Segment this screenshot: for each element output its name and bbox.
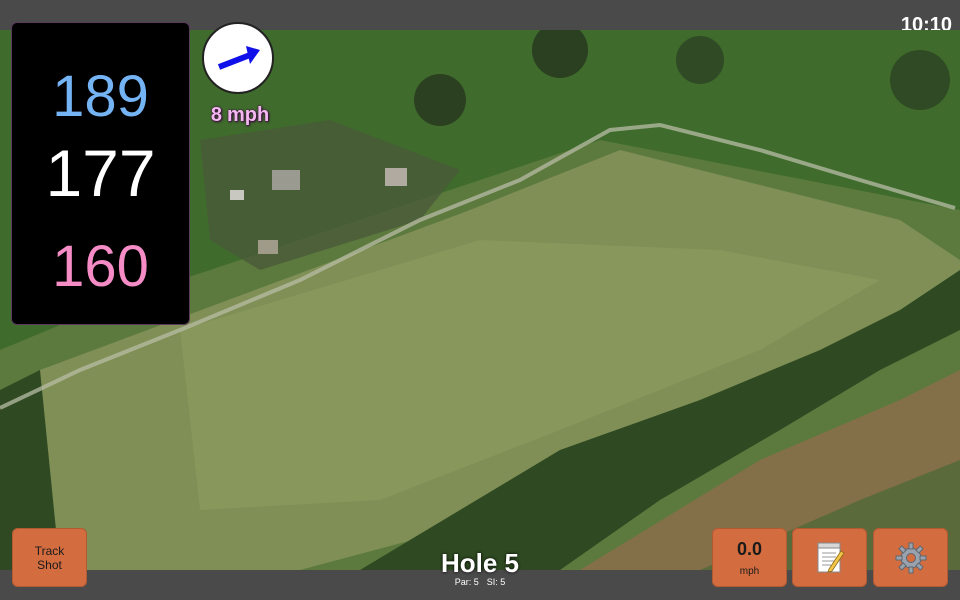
wind-indicator	[202, 22, 274, 94]
wind-speed-unit: mph	[226, 104, 270, 126]
wind-arrow-icon	[217, 46, 260, 70]
track-shot-button[interactable]: Track Shot	[12, 528, 87, 587]
gear-icon	[895, 542, 926, 573]
back-yardage: 189	[52, 64, 149, 129]
notepad-icon	[817, 542, 845, 573]
hole-par: Par: 5	[454, 577, 479, 587]
hole-si: SI: 5	[486, 577, 506, 587]
speed-value: 0.0	[736, 538, 763, 559]
hole-title: Hole 5	[440, 548, 520, 578]
speed-unit: mph	[739, 565, 760, 577]
notes-button[interactable]	[792, 528, 867, 587]
wind-speed-value: 8	[210, 104, 222, 126]
settings-button[interactable]	[873, 528, 948, 587]
track-shot-label-line1: Track	[34, 543, 65, 558]
front-yardage: 160	[52, 234, 149, 299]
yardage-panel: 189 177 160	[11, 22, 190, 325]
middle-yardage: 177	[45, 136, 156, 210]
speed-button[interactable]: 0.0 mph	[712, 528, 787, 587]
hole-info: Par: 5 SI: 5	[380, 577, 580, 587]
track-shot-label-line2: Shot	[37, 557, 62, 572]
wind-speed-label: 8 mph	[190, 104, 290, 127]
